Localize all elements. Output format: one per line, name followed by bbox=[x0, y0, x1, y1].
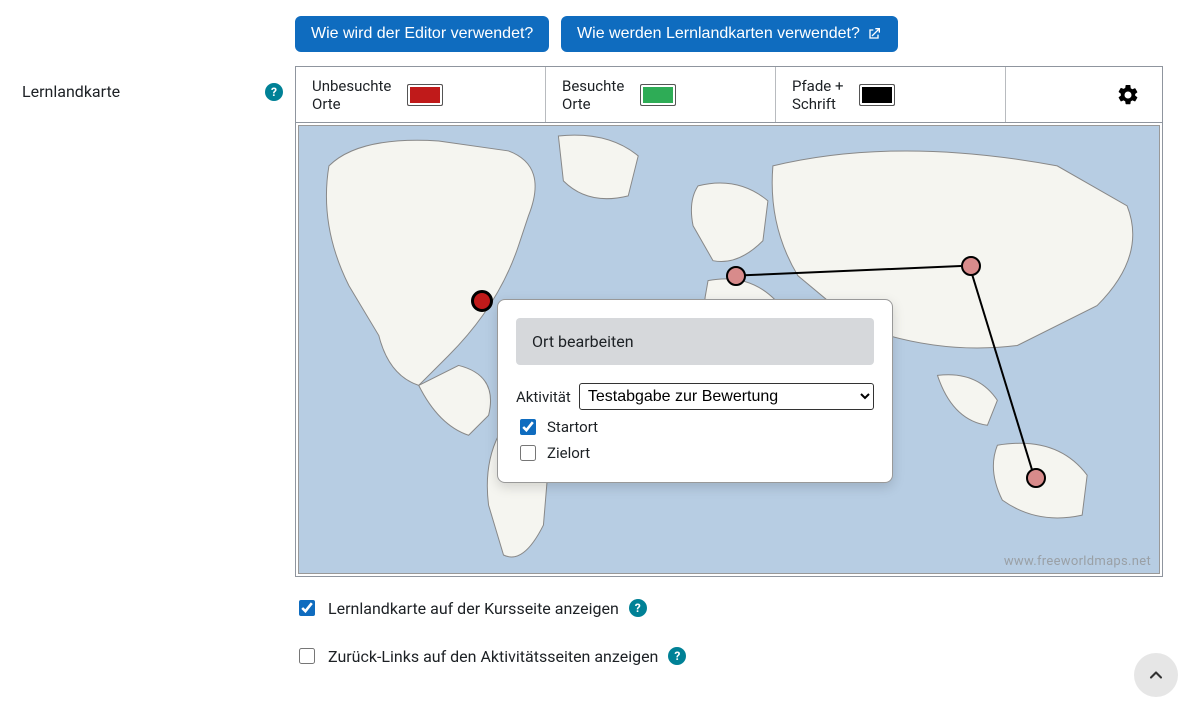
target-checkbox[interactable] bbox=[520, 445, 536, 461]
marker-start[interactable] bbox=[471, 290, 493, 312]
activity-label: Aktivität bbox=[516, 388, 571, 406]
help-icon[interactable]: ? bbox=[629, 599, 647, 617]
edit-place-popup: Ort bearbeiten Aktivität Testabgabe zur … bbox=[497, 299, 893, 483]
tool-visited-label: BesuchteOrte bbox=[562, 77, 624, 113]
gear-icon bbox=[1116, 83, 1140, 107]
how-maps-label: Wie werden Lernlandkarten verwendet? bbox=[577, 25, 860, 43]
swatch-unvisited[interactable] bbox=[407, 84, 443, 106]
chevron-up-icon bbox=[1146, 665, 1166, 685]
popup-title: Ort bearbeiten bbox=[516, 318, 874, 365]
show-on-course-checkbox[interactable] bbox=[299, 600, 315, 616]
scroll-top-button[interactable] bbox=[1134, 653, 1178, 697]
tool-paths[interactable]: Pfade + Schrift bbox=[776, 67, 1006, 122]
map-canvas[interactable]: Ort bearbeiten Aktivität Testabgabe zur … bbox=[298, 125, 1160, 574]
marker-europe[interactable] bbox=[726, 266, 746, 286]
activity-select[interactable]: Testabgabe zur Bewertung bbox=[579, 383, 874, 410]
external-link-icon bbox=[866, 26, 882, 42]
map-editor: UnbesuchteOrte BesuchteOrte Pfade + Schr… bbox=[295, 66, 1163, 577]
start-checkbox[interactable] bbox=[520, 419, 536, 435]
start-checkbox-label[interactable]: Startort bbox=[547, 418, 598, 436]
tool-unvisited-label: UnbesuchteOrte bbox=[312, 77, 391, 113]
swatch-visited[interactable] bbox=[640, 84, 676, 106]
help-icon[interactable]: ? bbox=[668, 647, 686, 665]
marker-australia[interactable] bbox=[1026, 468, 1046, 488]
settings-button[interactable] bbox=[1094, 67, 1162, 122]
tool-visited[interactable]: BesuchteOrte bbox=[546, 67, 776, 122]
section-label-row: Lernlandkarte ? bbox=[22, 66, 295, 101]
editor-toolbar: UnbesuchteOrte BesuchteOrte Pfade + Schr… bbox=[296, 67, 1162, 123]
how-maps-button[interactable]: Wie werden Lernlandkarten verwendet? bbox=[561, 16, 898, 52]
section-label: Lernlandkarte bbox=[22, 82, 120, 101]
help-icon[interactable]: ? bbox=[265, 83, 283, 101]
tool-paths-label: Pfade + Schrift bbox=[792, 77, 843, 113]
help-buttons: Wie wird der Editor verwendet? Wie werde… bbox=[295, 16, 1200, 52]
tool-unvisited[interactable]: UnbesuchteOrte bbox=[296, 67, 546, 122]
show-on-course-label[interactable]: Lernlandkarte auf der Kursseite anzeigen bbox=[328, 599, 619, 618]
map-credit: www.freeworldmaps.net bbox=[1004, 554, 1151, 569]
back-links-checkbox[interactable] bbox=[299, 648, 315, 664]
swatch-paths[interactable] bbox=[859, 84, 895, 106]
how-editor-label: Wie wird der Editor verwendet? bbox=[311, 25, 533, 43]
marker-asia[interactable] bbox=[961, 256, 981, 276]
target-checkbox-label[interactable]: Zielort bbox=[547, 444, 590, 462]
back-links-label[interactable]: Zurück-Links auf den Aktivitätsseiten an… bbox=[328, 647, 658, 666]
how-editor-button[interactable]: Wie wird der Editor verwendet? bbox=[295, 16, 549, 52]
